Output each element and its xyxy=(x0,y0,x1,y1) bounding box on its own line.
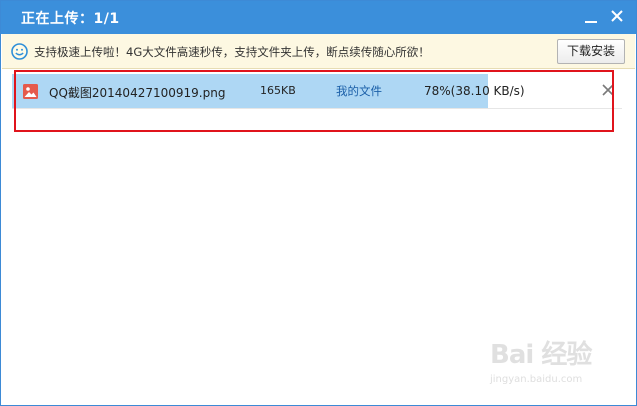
file-size: 165KB xyxy=(260,84,296,97)
promo-notice-bar: 支持极速上传啦！4G大文件高速秒传，支持文件夹上传，断点续传随心所欲！ 下载安装 xyxy=(2,34,635,69)
minimize-button[interactable] xyxy=(581,7,601,27)
baidu-jingyan-watermark: Bai 经验 jingyan.baidu.com xyxy=(488,328,608,392)
file-name: QQ截图20140427100919.png xyxy=(49,86,226,100)
watermark-url: jingyan.baidu.com xyxy=(490,374,583,385)
notice-text: 支持极速上传啦！4G大文件高速秒传，支持文件夹上传，断点续传随心所欲！ xyxy=(34,45,430,59)
remove-icon[interactable] xyxy=(599,81,617,99)
close-icon xyxy=(611,10,623,22)
download-install-button[interactable]: 下载安装 xyxy=(557,39,625,64)
destination-folder-link[interactable]: 我的文件 xyxy=(336,83,382,99)
title-bar: 正在上传：1/1 xyxy=(1,1,636,34)
upload-row[interactable]: QQ截图20140427100919.png 165KB 我的文件 78%(38… xyxy=(12,74,622,109)
window-title: 正在上传：1/1 xyxy=(21,11,120,27)
minimize-icon xyxy=(585,21,597,23)
close-button[interactable] xyxy=(607,7,627,27)
image-file-icon xyxy=(23,84,38,99)
watermark-logo-text: Bai 经验 xyxy=(490,340,592,370)
smile-icon xyxy=(11,43,28,60)
upload-status: 78%(38.10 KB/s) xyxy=(424,84,525,98)
